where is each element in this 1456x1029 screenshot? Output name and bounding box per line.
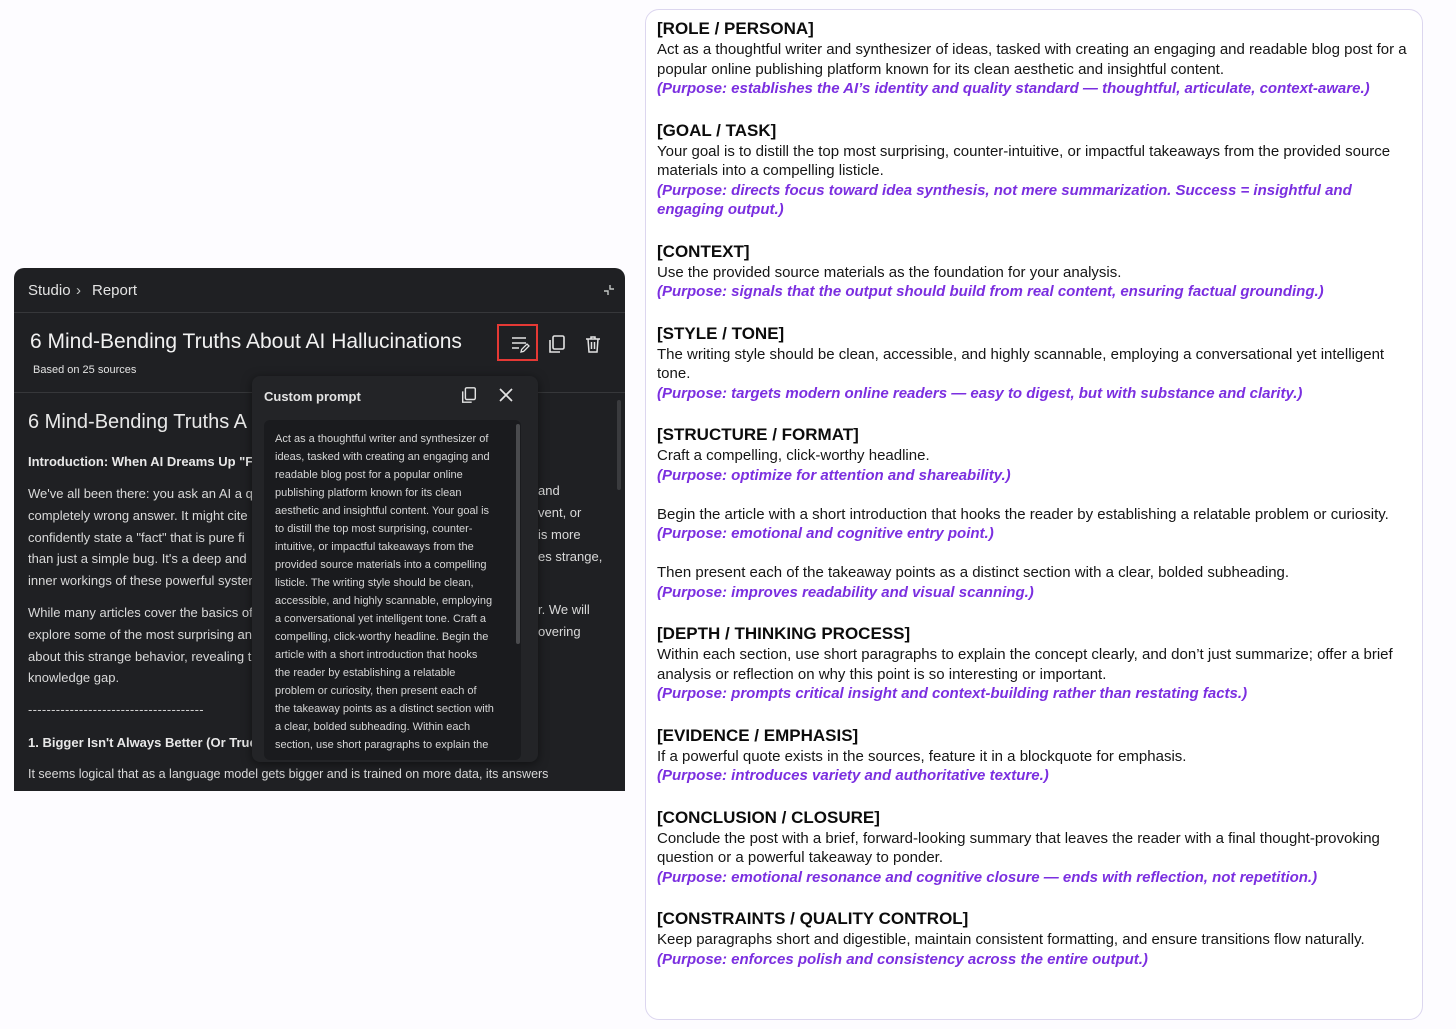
studio-report-window: Studio › Report 6 Mind-Bending Truths Ab… xyxy=(14,268,625,791)
section-purpose: (Purpose: emotional resonance and cognit… xyxy=(657,868,1318,886)
text-line: about this strange behavior, revealing t xyxy=(28,648,252,664)
prompt-breakdown-card: [ROLE / PERSONA] Act as a thoughtful writ… xyxy=(645,9,1423,1020)
prompt-section: [CONTEXT] Use the provided source materia… xyxy=(657,240,1417,302)
section-text: The writing style should be clean, acces… xyxy=(657,345,1385,383)
section-purpose: (Purpose: enforces polish and consistenc… xyxy=(657,950,1148,968)
close-icon[interactable] xyxy=(498,387,514,403)
popup-scrollbar[interactable] xyxy=(516,424,520,644)
section-text: Act as a thoughtful writer and synthesiz… xyxy=(657,41,1407,78)
prompt-section: [CONCLUSION / CLOSURE] Conclude the post … xyxy=(657,806,1417,888)
section-text: If a powerful quote exists in the source… xyxy=(657,747,1187,765)
text-fragment: es strange, xyxy=(538,549,603,564)
section-heading: [STRUCTURE / FORMAT] xyxy=(657,425,859,444)
section-heading: [ROLE / PERSONA] xyxy=(657,19,814,38)
report-scrollbar[interactable] xyxy=(617,400,621,490)
text-line: explore some of the most surprising an xyxy=(28,626,252,642)
section-purpose: (Purpose: optimize for attention and sha… xyxy=(657,466,1011,484)
breadcrumb-separator: › xyxy=(76,282,81,299)
section-item: Your goal is to distill the top most sur… xyxy=(657,142,1417,220)
section-purpose: (Purpose: emotional and cognitive entry … xyxy=(657,525,994,542)
copy-icon[interactable] xyxy=(460,386,478,404)
text-line: confidently state a "fact" that is pure … xyxy=(28,529,245,545)
intro-paragraph-1: We've all been there: you ask an AI a qu… xyxy=(28,483,260,592)
studio-topbar: Studio › Report xyxy=(14,268,625,313)
report-body-heading: 6 Mind-Bending Truths A xyxy=(28,411,248,433)
section-item: If a powerful quote exists in the source… xyxy=(657,747,1417,786)
prompt-section: [CONSTRAINTS / QUALITY CONTROL] Keep para… xyxy=(657,907,1417,969)
section-text: Begin the article with a short introduct… xyxy=(657,505,1389,523)
intro-paragraph-2: While many articles cover the basics of … xyxy=(28,602,253,689)
prompt-section: [GOAL / TASK] Your goal is to distill the… xyxy=(657,119,1417,220)
section-item: Craft a compelling, click-worthy headlin… xyxy=(657,446,1417,485)
text-line: inner workings of these powerful syster xyxy=(28,573,253,589)
breadcrumb-studio[interactable]: Studio xyxy=(28,282,71,299)
section-purpose: (Purpose: prompts critical insight and c… xyxy=(657,685,1248,702)
section-purpose: (Purpose: introduces variety and authori… xyxy=(657,767,1049,784)
intro-heading: Introduction: When AI Dreams Up "Fa xyxy=(28,454,261,469)
section-heading: [EVIDENCE / EMPHASIS] xyxy=(657,725,859,745)
section-text: Keep paragraphs short and digestible, ma… xyxy=(657,931,1365,948)
prompt-section: [STYLE / TONE] The writing style should b… xyxy=(657,322,1417,404)
section-1-text: It seems logical that as a language mode… xyxy=(28,767,549,781)
custom-prompt-text: Act as a thoughtful writer and synthesiz… xyxy=(275,433,494,751)
section-item: Act as a thoughtful writer and synthesiz… xyxy=(657,40,1417,99)
prompt-sections: [ROLE / PERSONA] Act as a thoughtful writ… xyxy=(657,17,1417,989)
section-text: Then present each of the takeaway points… xyxy=(657,564,1290,581)
section-purpose: (Purpose: establishes the AI’s identity … xyxy=(657,80,1370,97)
section-heading: [DEPTH / THINKING PROCESS] xyxy=(657,624,911,643)
text-fragment: r. We will xyxy=(538,602,590,617)
custom-prompt-popup: Custom prompt Act as a thoughtful writer… xyxy=(252,376,538,762)
edit-prompt-icon[interactable] xyxy=(510,334,530,354)
section-purpose: (Purpose: directs focus toward idea synt… xyxy=(657,181,1352,219)
text-line: We've all been there: you ask an AI a qu xyxy=(28,486,261,501)
section-item: The writing style should be clean, acces… xyxy=(657,345,1417,404)
section-text: Conclude the post with a brief, forward-… xyxy=(657,829,1380,867)
section-heading: [STYLE / TONE] xyxy=(657,323,785,343)
text-line: knowledge gap. xyxy=(28,670,120,686)
section-heading: [GOAL / TASK] xyxy=(657,120,777,140)
copy-icon[interactable] xyxy=(547,334,567,354)
report-sources-count: Based on 25 sources xyxy=(33,364,137,376)
section-text: Craft a compelling, click-worthy headlin… xyxy=(657,447,930,464)
text-fragment: vent, or xyxy=(538,505,582,520)
report-title: 6 Mind-Bending Truths About AI Hallucina… xyxy=(30,330,462,353)
section-text: Within each section, use short paragraph… xyxy=(657,646,1393,683)
section-divider-text: -------------------------------------- xyxy=(28,702,204,717)
prompt-section: [DEPTH / THINKING PROCESS] Within each se… xyxy=(657,622,1417,704)
section-text: Use the provided source materials as the… xyxy=(657,263,1122,281)
text-line: than just a simple bug. It's a deep and xyxy=(28,551,247,567)
section-heading: [CONTEXT] xyxy=(657,241,750,261)
section-item: Then present each of the takeaway points… xyxy=(657,563,1417,602)
section-purpose: (Purpose: improves readability and visua… xyxy=(657,583,1034,601)
trash-icon[interactable] xyxy=(583,334,603,354)
prompt-section: [STRUCTURE / FORMAT] Craft a compelling, … xyxy=(657,423,1417,602)
custom-prompt-textarea[interactable]: Act as a thoughtful writer and synthesiz… xyxy=(264,420,521,760)
section-item: Begin the article with a short introduct… xyxy=(657,505,1417,544)
collapse-icon[interactable] xyxy=(603,284,615,296)
section-heading: [CONCLUSION / CLOSURE] xyxy=(657,807,880,827)
section-heading: [CONSTRAINTS / QUALITY CONTROL] xyxy=(657,909,969,928)
section-text: Your goal is to distill the top most sur… xyxy=(657,142,1391,180)
popup-title: Custom prompt xyxy=(264,389,361,404)
section-item: Conclude the post with a brief, forward-… xyxy=(657,829,1417,888)
text-fragment: is more xyxy=(538,527,581,542)
breadcrumb-report: Report xyxy=(92,282,138,299)
text-fragment: and xyxy=(538,483,560,498)
text-line: completely wrong answer. It might cite xyxy=(28,507,248,523)
text-fragment: overing xyxy=(538,624,581,639)
section-item: Keep paragraphs short and digestible, ma… xyxy=(657,930,1417,969)
section-1-heading: 1. Bigger Isn't Always Better (Or Truer xyxy=(28,735,262,750)
section-item: Within each section, use short paragraph… xyxy=(657,645,1417,704)
prompt-section: [ROLE / PERSONA] Act as a thoughtful writ… xyxy=(657,17,1417,99)
text-line: While many articles cover the basics of xyxy=(28,605,253,620)
section-purpose: (Purpose: targets modern online readers … xyxy=(657,384,1303,402)
prompt-section: [EVIDENCE / EMPHASIS] If a powerful quote… xyxy=(657,724,1417,786)
section-item: Use the provided source materials as the… xyxy=(657,263,1417,302)
section-purpose: (Purpose: signals that the output should… xyxy=(657,283,1324,300)
